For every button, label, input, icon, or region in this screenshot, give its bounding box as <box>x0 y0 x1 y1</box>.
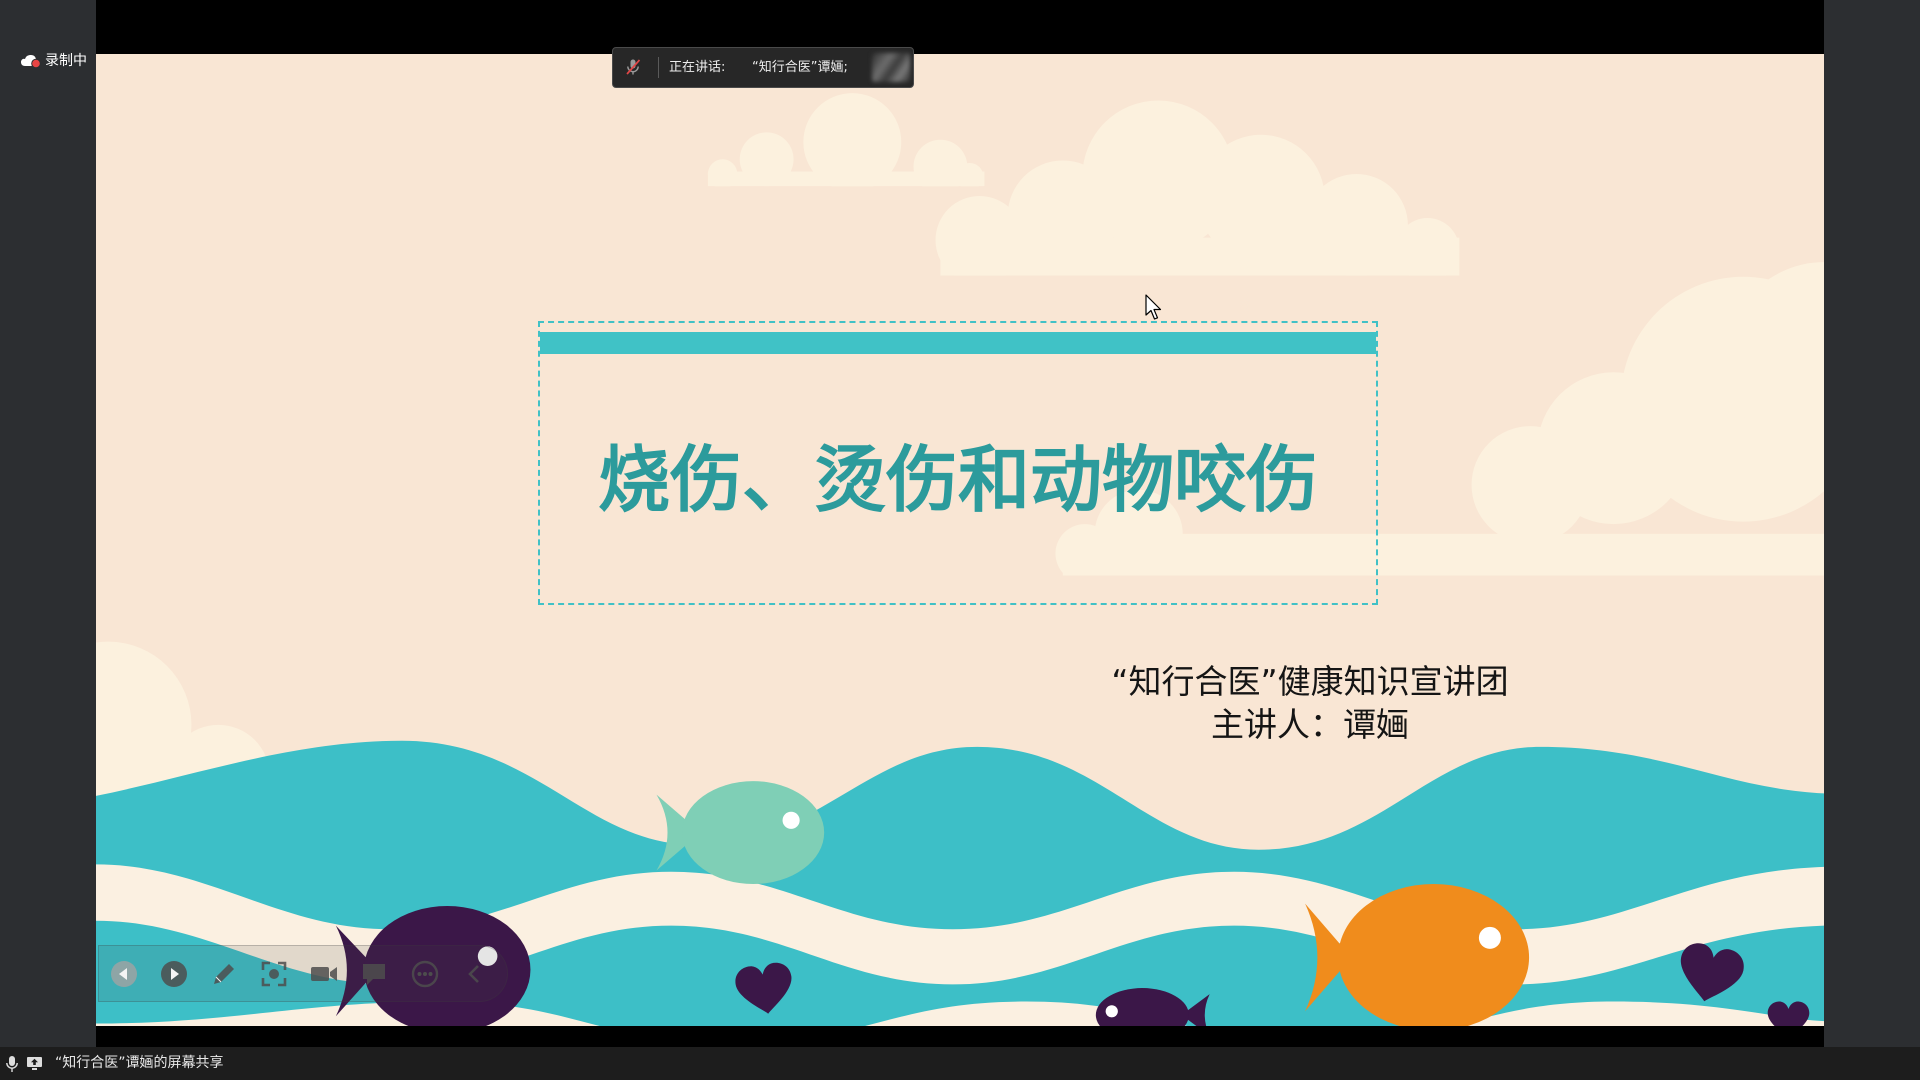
screen-share-icon[interactable] <box>26 1056 43 1071</box>
title-placeholder: 烧伤、烫伤和动物咬伤 <box>538 321 1378 605</box>
left-panel <box>0 0 96 1047</box>
collapse-toolbar-button[interactable] <box>457 956 493 992</box>
next-slide-icon <box>160 960 187 987</box>
next-slide-button[interactable] <box>156 956 192 992</box>
cloud-recording-icon <box>20 52 42 68</box>
screenshot-button[interactable] <box>256 956 292 992</box>
speaking-label: 正在讲话: <box>669 60 726 75</box>
comment-icon <box>363 963 386 985</box>
slide-organization: “知行合医”健康知识宣讲团 <box>1111 662 1509 701</box>
title-accent-bar <box>540 332 1376 354</box>
comment-button[interactable] <box>357 956 393 992</box>
more-icon <box>411 960 438 987</box>
camera-button[interactable] <box>307 956 343 992</box>
bottom-gap <box>96 1026 1824 1047</box>
mouse-pointer-icon <box>1145 294 1163 321</box>
slide-presenter: 主讲人：谭婳 <box>1211 705 1409 744</box>
screen-share-label: “知行合医”谭婳的屏幕共享 <box>55 1055 224 1071</box>
mic-muted-icon[interactable] <box>624 58 642 76</box>
more-button[interactable] <box>407 956 443 992</box>
recording-indicator[interactable]: 录制中 <box>20 50 87 70</box>
status-bar: “知行合医”谭婳的屏幕共享 <box>0 1047 1920 1080</box>
recording-label: 录制中 <box>45 53 87 69</box>
right-panel <box>1824 0 1920 1047</box>
collapse-chevron-icon <box>467 964 479 983</box>
pen-button[interactable] <box>206 956 242 992</box>
speaker-name: “知行合医”谭婳; <box>752 60 848 75</box>
top-bar <box>96 0 1824 54</box>
slide-title: 烧伤、烫伤和动物咬伤 <box>597 438 1318 522</box>
previous-slide-button[interactable] <box>106 956 142 992</box>
speaking-indicator: 正在讲话: “知行合医”谭婳; <box>612 47 914 88</box>
pen-icon <box>214 963 235 984</box>
screenshot-icon <box>261 961 287 986</box>
camera-icon <box>311 966 338 981</box>
speaker-avatars <box>872 53 910 82</box>
divider <box>658 57 659 78</box>
shared-slide: 烧伤、烫伤和动物咬伤 “知行合医”健康知识宣讲团 主讲人：谭婳 <box>96 54 1824 1026</box>
previous-slide-icon <box>110 960 137 987</box>
microphone-icon[interactable] <box>5 1055 19 1073</box>
presentation-toolbar <box>98 945 508 1002</box>
